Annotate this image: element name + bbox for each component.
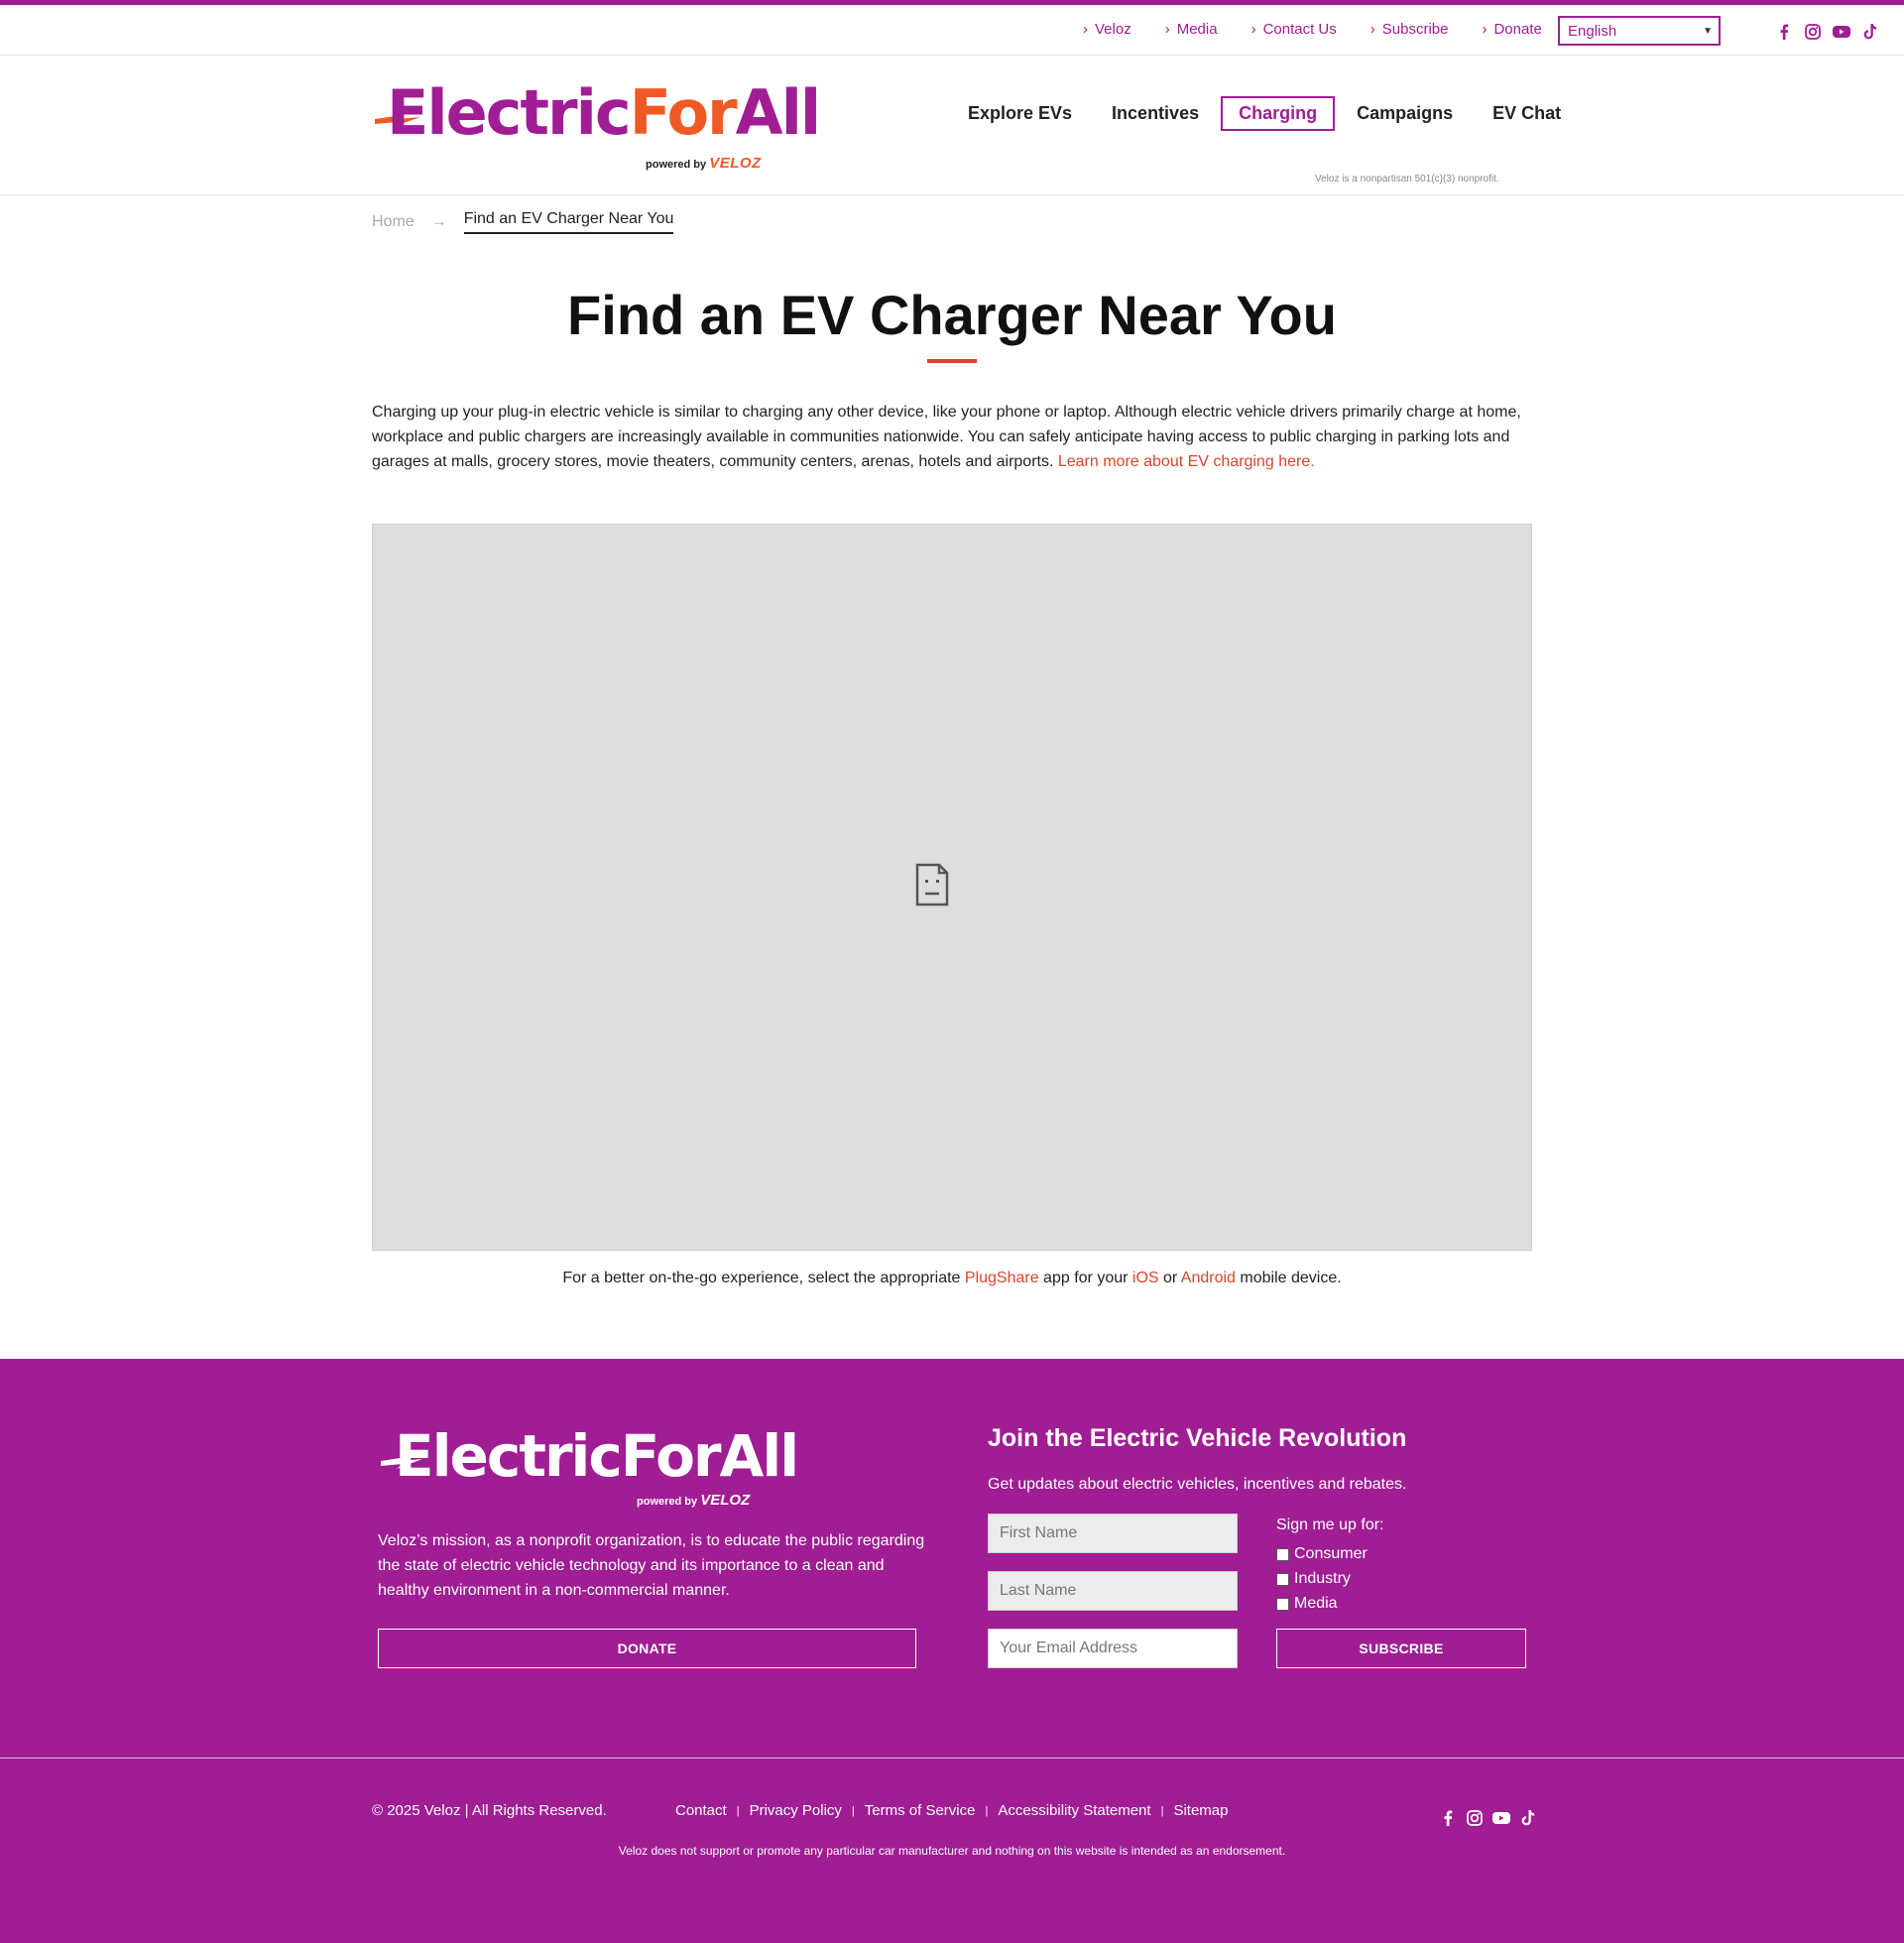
utility-link-contact-us[interactable]: › Contact Us [1251,21,1337,38]
join-subtitle: Get updates about electric vehicles, inc… [988,1476,1407,1493]
nav-explore-evs[interactable]: Explore EVs [950,96,1090,131]
plugshare-link[interactable]: PlugShare [965,1270,1039,1286]
email-field[interactable]: Your Email Address [988,1629,1238,1668]
footer-divider [0,1758,1904,1759]
tiktok-icon[interactable] [1519,1809,1537,1827]
nav-incentives[interactable]: Incentives [1094,96,1217,131]
chevron-right-icon: › [1482,21,1488,38]
first-name-field[interactable]: First Name [988,1514,1238,1553]
electricforall-logo[interactable]: ElectricForAll powered by VELOZ [373,73,821,173]
instagram-icon[interactable] [1804,23,1822,41]
nonprofit-note: Veloz is a nonpartisan 501(c)(3) nonprof… [1315,174,1499,184]
chevron-right-icon: › [1083,21,1088,38]
breadcrumb-current: Find an EV Charger Near You [463,210,674,234]
footer-links: Contact | Privacy Policy | Terms of Serv… [675,1802,1228,1819]
android-link[interactable]: Android [1181,1270,1236,1286]
footer-link-contact[interactable]: Contact [675,1802,727,1819]
donate-button[interactable]: DONATE [378,1629,916,1668]
footer-separator: | [736,1804,740,1817]
site-footer: ElectricForAll powered by VELOZ Veloz’s … [0,1359,1904,1943]
last-name-field[interactable]: Last Name [988,1571,1238,1611]
subscribe-button[interactable]: SUBSCRIBE [1276,1629,1526,1668]
chevron-right-icon: › [1250,21,1256,38]
tiktok-icon[interactable] [1861,23,1879,41]
facebook-icon[interactable] [1439,1809,1457,1827]
youtube-icon[interactable] [1833,23,1850,41]
footer-link-sitemap[interactable]: Sitemap [1173,1802,1228,1819]
title-underline [927,359,977,363]
ios-link[interactable]: iOS [1132,1270,1159,1286]
nav-charging[interactable]: Charging [1221,96,1336,131]
footer-mission: Veloz’s mission, as a nonprofit organiza… [378,1532,925,1599]
footer-separator: | [1160,1804,1164,1817]
utility-link-media[interactable]: › Media [1165,21,1218,38]
chevron-down-icon: ▼ [1703,25,1713,37]
checkbox-media[interactable]: Media [1276,1595,1338,1613]
utility-bar: › Veloz › Media › Contact Us › Subscribe › Do… [0,5,1904,56]
chevron-right-icon: › [1164,21,1170,38]
checkbox-consumer[interactable]: Consumer [1276,1545,1368,1563]
nav-campaigns[interactable]: Campaigns [1339,96,1471,131]
utility-links: › Veloz › Media › Contact Us › Subscribe › Do… [1083,21,1576,38]
checkbox[interactable] [1276,1572,1289,1586]
utility-link-subscribe[interactable]: › Subscribe [1370,21,1449,38]
page-title: Find an EV Charger Near You [567,284,1337,346]
nav-ev-chat[interactable]: EV Chat [1475,96,1579,131]
signup-label: Sign me up for: [1276,1517,1384,1533]
footer-separator: | [985,1804,989,1817]
broken-page-icon [915,863,949,907]
footer-social-icons [1439,1809,1537,1827]
utility-link-donate[interactable]: › Donate [1482,21,1541,38]
site-header: ElectricForAll powered by VELOZ Explore … [0,57,1904,195]
disclaimer: Veloz does not support or promote any pa… [618,1844,1286,1858]
breadcrumb: Home → Find an EV Charger Near You [372,210,674,234]
chevron-right-icon: › [1369,21,1375,38]
learn-more-link[interactable]: Learn more about EV charging here. [1058,453,1315,470]
footer-link-privacy[interactable]: Privacy Policy [750,1802,842,1819]
checkbox[interactable] [1276,1547,1289,1561]
utility-social-icons [1775,23,1879,41]
utility-link-veloz[interactable]: › Veloz [1083,21,1131,38]
main-nav: Explore EVs Incentives Charging Campaign… [950,96,1583,131]
footer-link-terms[interactable]: Terms of Service [865,1802,976,1819]
language-select[interactable]: English ▼ [1558,16,1721,46]
arrow-right-icon: → [430,213,447,230]
instagram-icon[interactable] [1466,1809,1484,1827]
footer-separator: | [851,1804,855,1817]
app-note: For a better on-the-go experience, selec… [562,1270,1342,1286]
footer-link-accessibility[interactable]: Accessibility Statement [998,1802,1150,1819]
charger-map-frame[interactable] [372,524,1532,1251]
copyright: © 2025 Veloz | All Rights Reserved. [372,1802,607,1819]
footer-logo[interactable]: ElectricForAll powered by VELOZ [379,1420,799,1509]
breadcrumb-home[interactable]: Home [372,213,415,231]
youtube-icon[interactable] [1492,1809,1510,1827]
checkbox[interactable] [1276,1597,1289,1611]
intro-paragraph: Charging up your plug-in electric vehicl… [372,404,1521,470]
checkbox-industry[interactable]: Industry [1276,1570,1351,1588]
facebook-icon[interactable] [1775,23,1793,41]
join-title: Join the Electric Vehicle Revolution [988,1424,1407,1452]
